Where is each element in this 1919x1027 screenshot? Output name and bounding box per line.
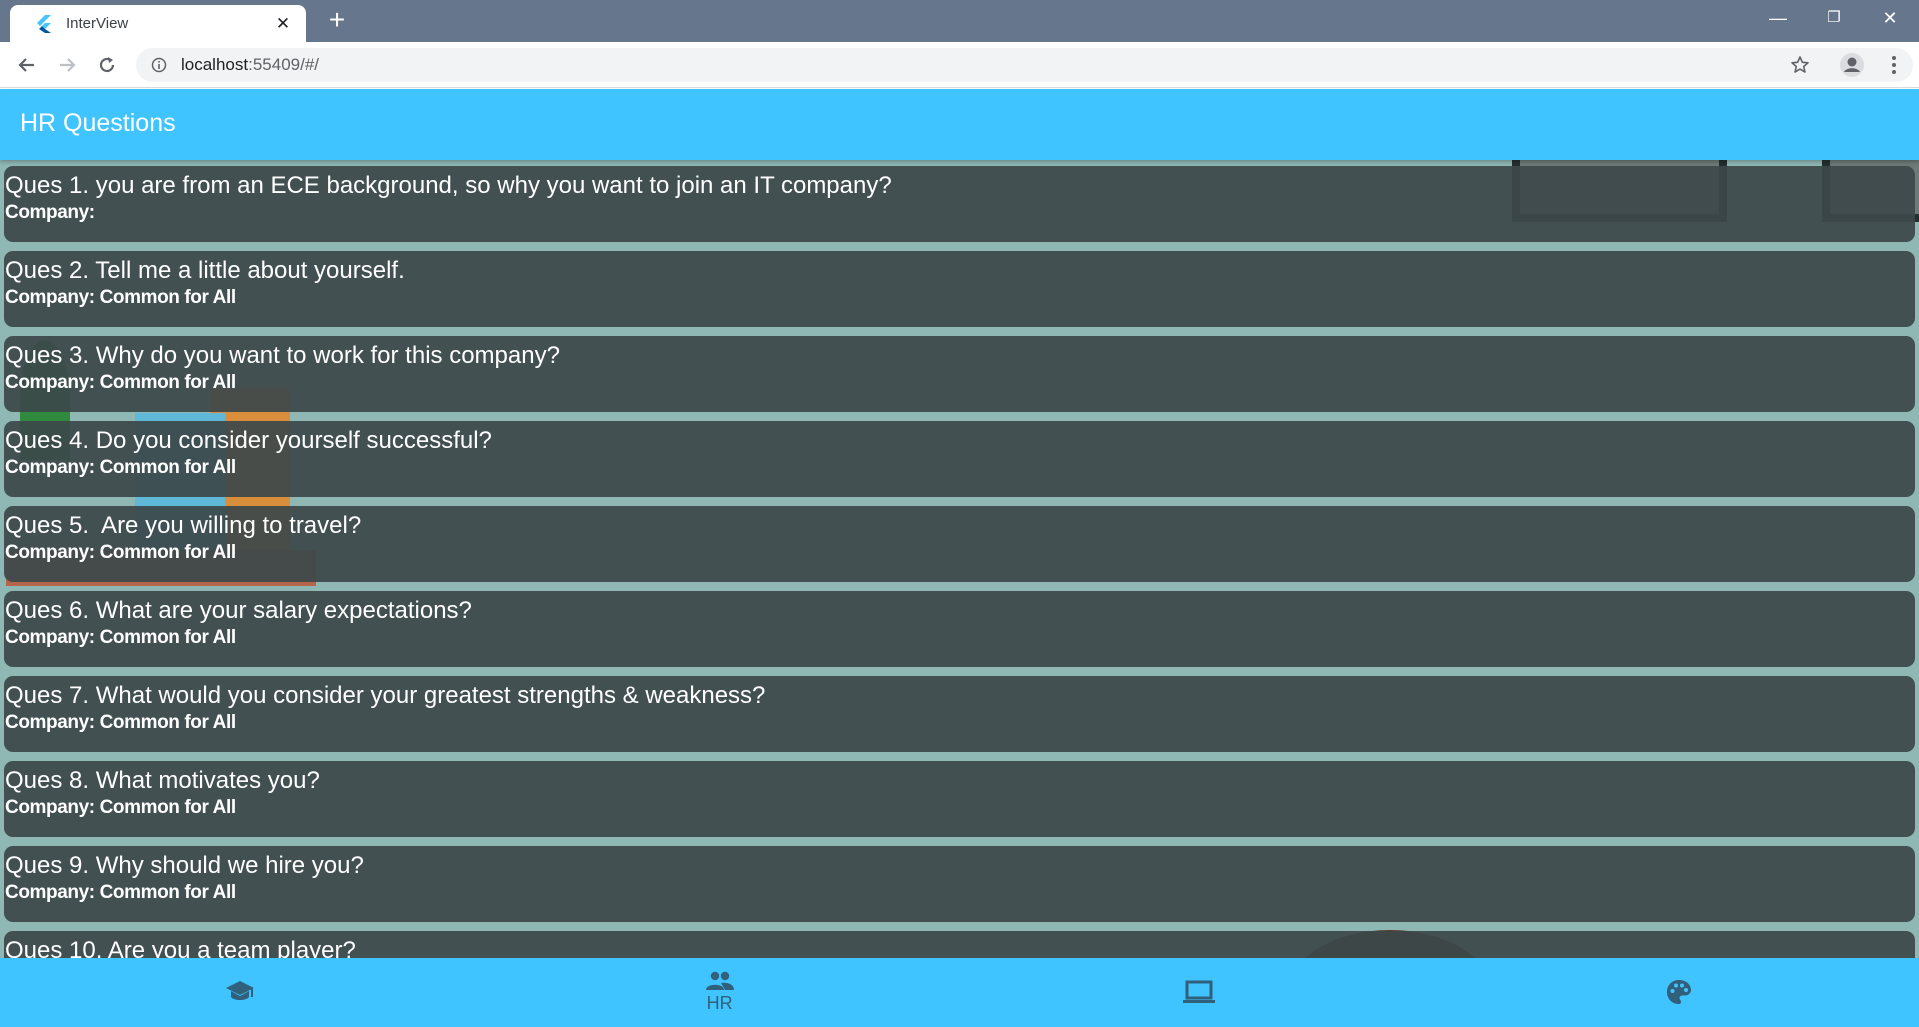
nav-item-palette[interactable]: [1439, 958, 1919, 1027]
question-text: Ques 2. Tell me a little about yourself.: [5, 257, 405, 284]
question-text: Ques 10. Are you a team player?: [5, 937, 356, 958]
kebab-menu-icon[interactable]: [1878, 49, 1910, 81]
window-close-button[interactable]: ✕: [1866, 4, 1914, 32]
question-company: Company: Common for All: [5, 457, 236, 478]
question-card[interactable]: Ques 5. Are you willing to travel? Compan…: [4, 506, 1915, 582]
page-title: HR Questions: [20, 109, 176, 137]
nav-label-hr: HR: [706, 993, 733, 1013]
tab-title: InterView: [66, 15, 129, 32]
arrow-back-icon[interactable]: [11, 49, 43, 81]
flutter-icon: [32, 13, 54, 35]
bottom-navigation: HR: [0, 958, 1919, 1027]
arrow-forward-icon[interactable]: [51, 49, 83, 81]
question-text: Ques 9. Why should we hire you?: [5, 852, 364, 879]
info-icon[interactable]: [149, 55, 169, 75]
question-card[interactable]: Ques 9. Why should we hire you? Company: …: [4, 846, 1915, 922]
question-card[interactable]: Ques 6. What are your salary expectation…: [4, 591, 1915, 667]
question-company: Company: Common for All: [5, 882, 236, 903]
nav-item-school[interactable]: [0, 958, 480, 1027]
question-card[interactable]: Ques 7. What would you consider your gre…: [4, 676, 1915, 752]
account-icon[interactable]: [1836, 49, 1868, 81]
browser-toolbar: localhost:55409/#/: [0, 42, 1919, 88]
question-company: Company: Common for All: [5, 542, 236, 563]
question-text: Ques 8. What motivates you?: [5, 767, 320, 794]
question-text: Ques 1. you are from an ECE background, …: [5, 172, 892, 199]
restore-button[interactable]: ❐: [1810, 4, 1858, 32]
url-host: localhost: [181, 55, 249, 74]
app-bar: HR Questions: [0, 89, 1919, 160]
reload-icon[interactable]: [91, 49, 123, 81]
browser-tab-strip: InterView ✕ + — ❐ ✕: [0, 0, 1919, 42]
question-card[interactable]: Ques 1. you are from an ECE background, …: [4, 166, 1915, 242]
question-company: Company: Common for All: [5, 712, 236, 733]
nav-item-laptop[interactable]: [960, 958, 1440, 1027]
star-icon[interactable]: [1784, 49, 1816, 81]
url-path: :55409/#/: [248, 55, 320, 74]
question-company: Company: Common for All: [5, 797, 236, 818]
plus-icon[interactable]: +: [322, 6, 352, 36]
browser-tab[interactable]: InterView ✕: [10, 5, 306, 42]
question-text: Ques 3. Why do you want to work for this…: [5, 342, 560, 369]
question-card[interactable]: Ques 10. Are you a team player?: [4, 931, 1915, 958]
palette-icon: [1665, 978, 1693, 1006]
question-text: Ques 4. Do you consider yourself success…: [5, 427, 492, 454]
question-company: Company:: [5, 202, 95, 223]
question-text: Ques 5. Are you willing to travel?: [5, 512, 362, 539]
minimize-button[interactable]: —: [1754, 4, 1802, 32]
people-icon: [705, 971, 735, 991]
school-icon: [225, 979, 255, 1005]
question-company: Company: Common for All: [5, 372, 236, 393]
question-company: Company: Common for All: [5, 627, 236, 648]
nav-item-hr[interactable]: HR: [480, 958, 960, 1027]
question-card[interactable]: Ques 3. Why do you want to work for this…: [4, 336, 1915, 412]
question-company: Company: Common for All: [5, 287, 236, 308]
laptop-icon: [1183, 980, 1216, 1004]
url-text: localhost:55409/#/: [181, 55, 319, 75]
question-text: Ques 7. What would you consider your gre…: [5, 682, 766, 709]
question-card[interactable]: Ques 8. What motivates you? Company: Comm…: [4, 761, 1915, 837]
close-icon[interactable]: ✕: [272, 14, 294, 34]
question-text: Ques 6. What are your salary expectation…: [5, 597, 472, 624]
question-card[interactable]: Ques 2. Tell me a little about yourself.…: [4, 251, 1915, 327]
question-card[interactable]: Ques 4. Do you consider yourself success…: [4, 421, 1915, 497]
questions-view[interactable]: Ques 1. you are from an ECE background, …: [0, 160, 1919, 958]
address-bar[interactable]: localhost:55409/#/: [136, 48, 1913, 82]
